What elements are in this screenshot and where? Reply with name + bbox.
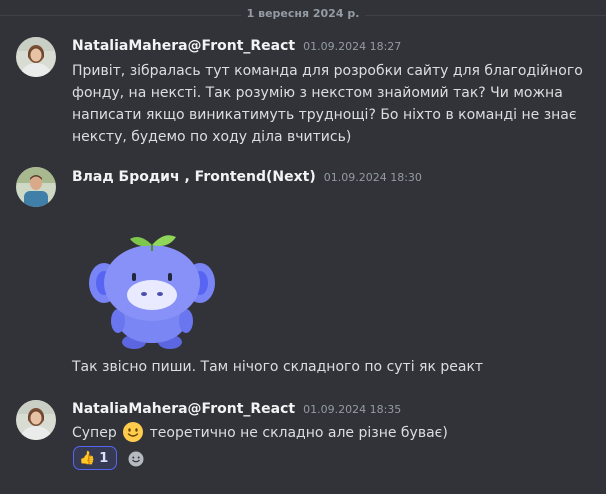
- add-reaction-icon[interactable]: [126, 449, 146, 469]
- author-name[interactable]: NataliaMahera@Front_React: [72, 401, 295, 417]
- message-line: Привіт, зібралась тут команда для розроб…: [72, 63, 583, 79]
- slightly-smiling-face-emoji[interactable]: [122, 421, 144, 443]
- message-line: фонду, на нексті. Так розумію з некстом …: [72, 85, 563, 101]
- message-text-after: теоретично не складно але різне буває): [149, 425, 448, 441]
- date-divider-text: 1 вересня 2024 р.: [240, 7, 366, 20]
- message-author[interactable]: Влад Бродич , Frontend(Next) 01.09.2024 1…: [72, 169, 422, 185]
- message-content: Привіт, зібралась тут команда для розроб…: [72, 60, 583, 148]
- message-text-before: Супер: [72, 425, 117, 441]
- message-content: Супер теоретично не складно але різне бу…: [72, 421, 448, 444]
- message-author[interactable]: NataliaMahera@Front_React 01.09.2024 18:3…: [72, 401, 401, 417]
- message-timestamp: 01.09.2024 18:30: [323, 171, 422, 184]
- message-line: написати якщо виникатимуть труднощі? Бо …: [72, 107, 577, 123]
- message-author[interactable]: NataliaMahera@Front_React 01.09.2024 18:2…: [72, 38, 401, 54]
- message-timestamp: 01.09.2024 18:35: [303, 403, 402, 416]
- reaction-thumbs-up[interactable]: 👍 1: [73, 446, 117, 470]
- date-divider-label: 1 вересня 2024 р.: [0, 7, 606, 20]
- thumbs-up-icon: 👍: [79, 450, 96, 466]
- message-timestamp: 01.09.2024 18:27: [303, 40, 402, 53]
- message-content: Так звісно пиши. Там нічого складного по…: [72, 356, 483, 378]
- message-line: нексту, будемо по ходу діла вчитись): [72, 129, 352, 145]
- user-avatar-icon[interactable]: [16, 37, 56, 77]
- reaction-count: 1: [99, 450, 109, 466]
- message-line: Так звісно пиши. Там нічого складного по…: [72, 359, 484, 375]
- wumpus-sticker[interactable]: [82, 225, 222, 355]
- author-name[interactable]: Влад Бродич , Frontend(Next): [72, 169, 316, 185]
- user-avatar-icon[interactable]: [16, 400, 56, 440]
- user-avatar-icon[interactable]: [16, 167, 56, 207]
- author-name[interactable]: NataliaMahera@Front_React: [72, 38, 295, 54]
